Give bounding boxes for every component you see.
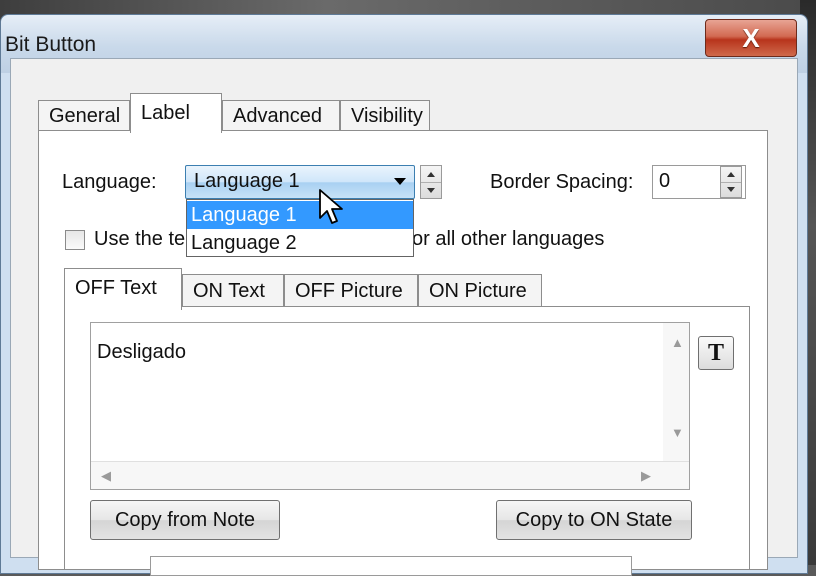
scroll-down-icon: ▼ <box>671 425 684 440</box>
editor-text: Desligado <box>97 341 186 363</box>
dropdown-option-language-2[interactable]: Language 2 <box>187 229 413 257</box>
tab-visibility[interactable]: Visibility <box>340 100 430 131</box>
copy-from-note-button[interactable]: Copy from Note <box>90 500 280 540</box>
subtab-off-text[interactable]: OFF Text <box>64 268 182 310</box>
close-button[interactable]: X <box>705 19 797 57</box>
option-label: Language 2 <box>191 232 297 254</box>
language-select[interactable]: Language 1 <box>185 165 415 199</box>
scroll-left-icon: ◀ <box>101 468 111 483</box>
close-icon: X <box>742 22 760 53</box>
mouse-pointer-icon <box>319 189 343 224</box>
tab-advanced[interactable]: Advanced <box>222 100 340 131</box>
scroll-up-icon: ▲ <box>671 335 684 350</box>
arrow-up-icon <box>427 171 435 177</box>
border-spacing-label: Border Spacing: <box>490 171 634 193</box>
window-title: Bit Button <box>5 33 97 56</box>
language-label: Language: <box>62 171 157 193</box>
off-text-editor[interactable]: Desligado ▲ ▼ ◀ ▶ <box>90 322 690 490</box>
tab-label-selected[interactable]: Label <box>130 93 222 133</box>
option-label: Language 1 <box>191 204 297 226</box>
subtab-on-picture[interactable]: ON Picture <box>418 274 542 307</box>
vertical-scrollbar[interactable]: ▲ ▼ <box>663 323 689 461</box>
border-spacing-spinner[interactable] <box>720 166 742 198</box>
use-text-checkbox[interactable] <box>65 230 85 250</box>
subtab-label: ON Picture <box>429 280 527 302</box>
font-icon: T <box>707 339 724 366</box>
tab-label: Label <box>141 102 190 124</box>
language-dropdown-list: Language 1 Language 2 <box>186 199 414 257</box>
bottom-field[interactable] <box>150 556 632 576</box>
arrow-down-icon <box>427 187 435 193</box>
spinner-up-button[interactable] <box>421 166 441 183</box>
spinner-down-button[interactable] <box>721 182 741 197</box>
subtab-label: OFF Picture <box>295 280 403 302</box>
subtab-on-text[interactable]: ON Text <box>182 274 284 307</box>
tab-label: Advanced <box>233 105 322 127</box>
subtab-label: OFF Text <box>75 277 157 299</box>
language-select-value: Language 1 <box>194 170 300 192</box>
button-label: Copy to ON State <box>515 508 673 531</box>
border-spacing-value: 0 <box>659 170 671 192</box>
font-button[interactable]: T <box>698 336 734 370</box>
arrow-down-icon <box>727 187 735 192</box>
subtab-label: ON Text <box>193 280 265 302</box>
chevron-down-icon <box>394 178 406 185</box>
spinner-up-button[interactable] <box>721 167 741 183</box>
tab-general[interactable]: General <box>38 100 130 131</box>
copy-to-on-state-button[interactable]: Copy to ON State <box>496 500 692 540</box>
dropdown-option-language-1[interactable]: Language 1 <box>187 201 413 229</box>
horizontal-scrollbar[interactable]: ◀ ▶ <box>91 461 689 489</box>
subtab-off-picture[interactable]: OFF Picture <box>284 274 418 307</box>
language-spinner[interactable] <box>420 165 442 199</box>
arrow-up-icon <box>727 172 735 177</box>
button-label: Copy from Note <box>114 508 256 531</box>
checkbox-label-end: or all other languages <box>412 228 605 250</box>
tab-label: Visibility <box>351 105 423 127</box>
tab-label: General <box>49 105 121 127</box>
checkbox-label-start: Use the te <box>94 228 186 250</box>
scroll-right-icon: ▶ <box>641 468 651 483</box>
spinner-down-button[interactable] <box>421 182 441 198</box>
